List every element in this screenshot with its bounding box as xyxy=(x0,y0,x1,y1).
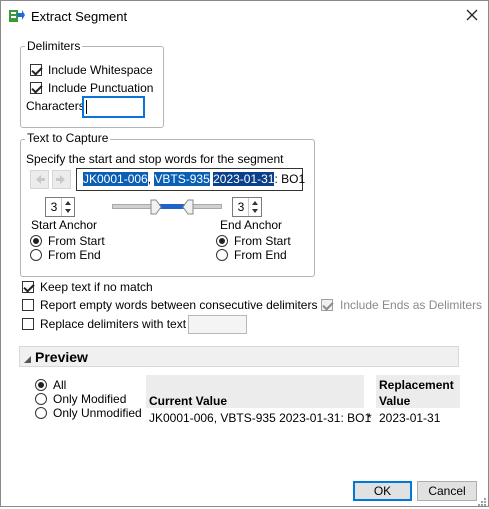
replacement-value-cell: 2023-01-31 xyxy=(379,411,441,425)
resize-grip-icon[interactable] xyxy=(477,495,486,506)
end-from-start-label: From Start xyxy=(234,234,291,248)
end-from-end-label: From End xyxy=(234,248,287,262)
app-icon xyxy=(9,9,25,23)
end-from-start-radio[interactable] xyxy=(216,235,228,247)
table-row: JK0001-006, VBTS-935 2023-01-31: BO1 * 2… xyxy=(146,410,460,428)
characters-label: Characters xyxy=(26,99,85,113)
keep-text-checkbox[interactable] xyxy=(22,281,34,293)
spin-up-icon[interactable] xyxy=(252,201,258,205)
end-slider-handle[interactable] xyxy=(182,199,194,215)
end-anchor-label: End Anchor xyxy=(220,218,283,232)
start-slider-handle[interactable] xyxy=(150,199,162,215)
left-arrow-button[interactable] xyxy=(30,170,49,189)
text-caret xyxy=(86,100,87,114)
include-whitespace-checkbox[interactable] xyxy=(30,64,42,76)
replace-delimiters-input[interactable] xyxy=(188,315,247,334)
replacement-value-header: Replacement Value xyxy=(376,375,460,408)
include-punctuation-label: Include Punctuation xyxy=(48,81,154,95)
text-to-capture-legend: Text to Capture xyxy=(25,131,111,145)
filter-modified-radio[interactable] xyxy=(35,393,47,405)
start-from-start-radio[interactable] xyxy=(30,235,42,247)
end-from-end-radio[interactable] xyxy=(216,249,228,261)
filter-modified-label: Only Modified xyxy=(53,392,127,406)
include-whitespace-label: Include Whitespace xyxy=(48,63,153,77)
spin-down-icon[interactable] xyxy=(252,209,258,213)
preview-title: Preview xyxy=(35,349,88,365)
preview-table: Current Value Replacement Value JK0001-0… xyxy=(146,375,460,430)
right-arrow-button[interactable] xyxy=(52,170,71,189)
title-bar: Extract Segment xyxy=(1,1,488,31)
capture-instruction: Specify the start and stop words for the… xyxy=(26,152,284,166)
extract-segment-dialog: Extract Segment Delimiters Include White… xyxy=(0,0,489,507)
current-value-header: Current Value xyxy=(146,375,364,408)
segment-text: JK0001-006, VBTS-935 2023-01-31: BO1 xyxy=(83,172,305,186)
report-empty-checkbox[interactable] xyxy=(22,299,34,311)
replace-delimiters-checkbox[interactable] xyxy=(22,318,34,330)
report-empty-label: Report empty words between consecutive d… xyxy=(40,298,318,312)
cancel-button[interactable]: Cancel xyxy=(417,481,477,501)
segment-word-2: VBTS-935 xyxy=(154,172,210,186)
ok-button[interactable]: OK xyxy=(353,481,412,501)
window-title: Extract Segment xyxy=(31,9,128,24)
start-anchor-spinner[interactable]: 3 xyxy=(45,197,75,217)
spin-down-icon[interactable] xyxy=(65,209,71,213)
start-anchor-arrows xyxy=(61,198,74,216)
include-ends-checkbox[interactable] xyxy=(321,299,333,311)
filter-unmodified-label: Only Unmodified xyxy=(53,406,142,420)
collapse-triangle-icon[interactable] xyxy=(23,353,32,367)
filter-unmodified-radio[interactable] xyxy=(35,407,47,419)
start-from-end-label: From End xyxy=(48,248,101,262)
include-punctuation-checkbox[interactable] xyxy=(30,82,42,94)
start-anchor-label: Start Anchor xyxy=(31,218,98,232)
keep-text-label: Keep text if no match xyxy=(40,280,153,294)
start-from-end-radio[interactable] xyxy=(30,249,42,261)
preview-header[interactable]: Preview xyxy=(19,346,459,367)
current-value-cell: JK0001-006, VBTS-935 2023-01-31: BO1 xyxy=(149,411,372,425)
modified-marker: * xyxy=(367,411,372,425)
end-anchor-spinner[interactable]: 3 xyxy=(232,197,262,217)
start-anchor-value: 3 xyxy=(50,200,58,214)
filter-all-label: All xyxy=(53,378,67,392)
characters-input[interactable] xyxy=(82,96,145,118)
spin-up-icon[interactable] xyxy=(65,201,71,205)
segment-word-3-selected: 2023-01-31 xyxy=(213,172,275,186)
segment-word-1: JK0001-006 xyxy=(83,172,148,186)
end-anchor-value: 3 xyxy=(237,200,245,214)
close-icon[interactable] xyxy=(465,8,479,22)
current-value-header-label: Current Value xyxy=(149,394,228,408)
delimiters-legend: Delimiters xyxy=(25,39,83,53)
end-anchor-arrows xyxy=(248,198,261,216)
include-ends-label: Include Ends as Delimiters xyxy=(340,298,483,312)
replacement-value-header-label: Replacement Value xyxy=(379,378,454,408)
filter-all-radio[interactable] xyxy=(35,379,47,391)
replace-delimiters-label: Replace delimiters with text xyxy=(40,317,187,331)
start-from-start-label: From Start xyxy=(48,234,105,248)
segment-text-display[interactable]: JK0001-006, VBTS-935 2023-01-31: BO1 xyxy=(76,168,305,191)
anchor-range-slider[interactable] xyxy=(112,199,222,215)
segment-word-4: BO1 xyxy=(281,172,306,186)
